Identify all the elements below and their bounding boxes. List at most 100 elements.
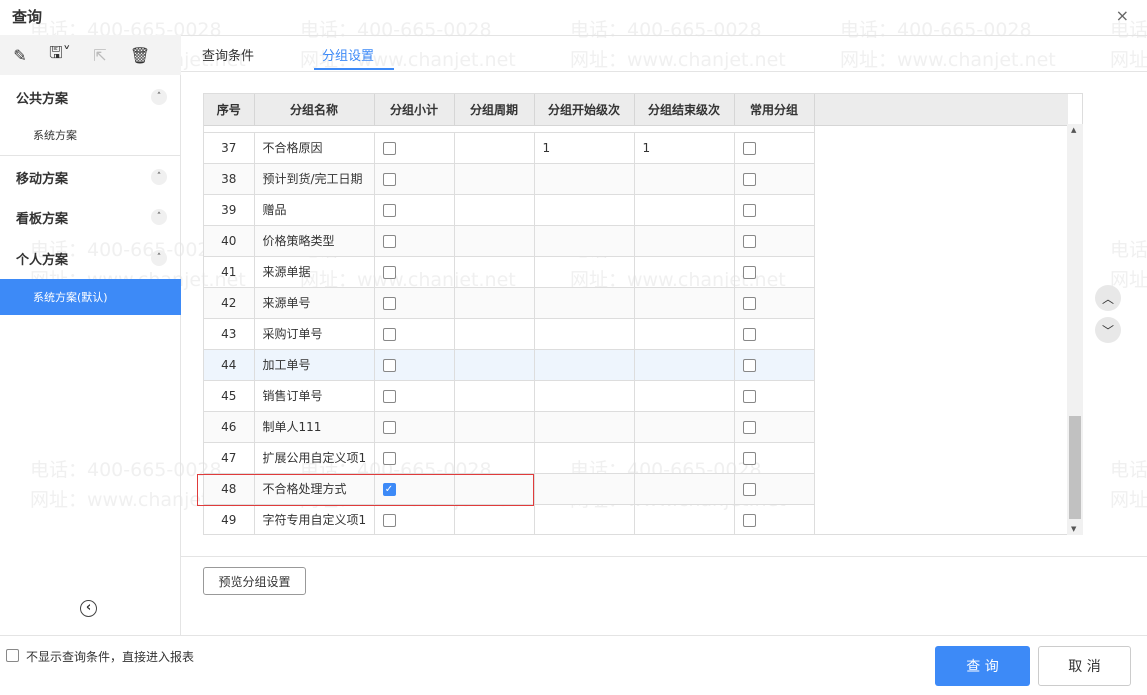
table-row[interactable]: 47 扩展公用自定义项1	[204, 442, 1068, 474]
scrollbar-thumb[interactable]	[1069, 416, 1081, 519]
subtotal-checkbox[interactable]	[382, 265, 396, 279]
subtotal-checkbox[interactable]	[382, 141, 396, 155]
group-period	[454, 504, 535, 534]
scheme-item-default[interactable]: 系统方案(默认)	[0, 279, 181, 315]
row-number: 46	[204, 411, 255, 443]
column-header[interactable]: 分组开始级次	[534, 94, 635, 126]
end-level	[634, 225, 735, 257]
subtotal-checkbox[interactable]	[382, 296, 396, 310]
column-header[interactable]: 分组名称	[254, 94, 375, 126]
subtotal-cell	[374, 380, 455, 412]
delete-icon[interactable]: 🗑	[120, 46, 160, 65]
subtotal-cell	[374, 163, 455, 195]
group-personal[interactable]: 个人方案 ˄	[0, 238, 181, 278]
common-group-checkbox[interactable]	[742, 327, 756, 341]
table-row[interactable]: 41 来源单据	[204, 256, 1068, 288]
collapse-sidebar-icon[interactable]: ‹	[80, 600, 97, 617]
common-cell	[734, 411, 815, 443]
start-level	[534, 256, 635, 288]
subtotal-checkbox[interactable]	[382, 234, 396, 248]
start-level	[534, 411, 635, 443]
common-cell	[734, 163, 815, 195]
group-period	[454, 380, 535, 412]
subtotal-checkbox[interactable]	[382, 389, 396, 403]
common-group-checkbox[interactable]	[742, 172, 756, 186]
scheme-item-system[interactable]: 系统方案	[0, 117, 181, 153]
subtotal-checkbox[interactable]	[382, 172, 396, 186]
watermark-phone: 电话：400-665-0028	[1110, 239, 1147, 261]
export-icon[interactable]: ⇱	[80, 46, 120, 65]
table-scrollbar[interactable]: ▲ ▼	[1067, 124, 1083, 535]
subtotal-checkbox[interactable]	[382, 203, 396, 217]
subtotal-checkbox[interactable]	[382, 420, 396, 434]
table-row[interactable]: 39 赠品	[204, 194, 1068, 226]
save-icon[interactable]: 🖫˅	[40, 42, 80, 69]
group-period	[454, 287, 535, 319]
subtotal-checkbox[interactable]	[382, 451, 396, 465]
tab-group-settings[interactable]: 分组设置	[313, 45, 395, 70]
row-number: 41	[204, 256, 255, 288]
table-row[interactable]: 49 字符专用自定义项1	[204, 504, 1068, 534]
group-period	[454, 256, 535, 288]
common-group-checkbox[interactable]	[742, 513, 756, 527]
table-row[interactable]: 37 不合格原因 1 1	[204, 132, 1068, 164]
group-name: 采购订单号	[254, 318, 375, 350]
common-group-checkbox[interactable]	[742, 296, 756, 310]
scheme-toolbar: ✎ 🖫˅ ⇱ 🗑	[0, 35, 181, 75]
group-board[interactable]: 看板方案 ˄	[0, 197, 181, 237]
start-level	[534, 504, 635, 534]
group-public[interactable]: 公共方案 ˄	[0, 77, 181, 117]
common-group-checkbox[interactable]	[742, 234, 756, 248]
edit-icon[interactable]: ✎	[0, 46, 40, 65]
skip-query-checkbox[interactable]	[6, 649, 19, 662]
common-group-checkbox[interactable]	[742, 482, 756, 496]
table-row[interactable]: 40 价格策略类型	[204, 225, 1068, 257]
move-up-button[interactable]: ︿	[1095, 285, 1121, 311]
common-group-checkbox[interactable]	[742, 358, 756, 372]
common-group-checkbox[interactable]	[742, 265, 756, 279]
subtotal-checkbox[interactable]	[382, 358, 396, 372]
table-row[interactable]: 44 加工单号	[204, 349, 1068, 381]
common-group-checkbox[interactable]	[742, 389, 756, 403]
common-group-checkbox[interactable]	[742, 203, 756, 217]
column-header[interactable]: 分组结束级次	[634, 94, 735, 126]
table-row[interactable]: 38 预计到货/完工日期	[204, 163, 1068, 195]
group-name: 来源单号	[254, 287, 375, 319]
subtotal-checkbox[interactable]	[382, 327, 396, 341]
common-group-checkbox[interactable]	[742, 451, 756, 465]
column-header[interactable]: 常用分组	[734, 94, 815, 126]
table-row[interactable]: 46 制单人111	[204, 411, 1068, 443]
column-header[interactable]: 分组周期	[454, 94, 535, 126]
start-level	[534, 225, 635, 257]
query-button[interactable]: 查 询	[935, 646, 1030, 686]
table-row[interactable]: 45 销售订单号	[204, 380, 1068, 412]
subtotal-cell	[374, 194, 455, 226]
subtotal-checkbox[interactable]	[382, 513, 396, 527]
chevron-up-icon[interactable]: ˄	[151, 250, 167, 266]
common-group-checkbox[interactable]	[742, 141, 756, 155]
common-group-checkbox[interactable]	[742, 420, 756, 434]
watermark-phone: 电话：400-665-0028	[1110, 459, 1147, 481]
table-row[interactable]: 43 采购订单号	[204, 318, 1068, 350]
row-number: 45	[204, 380, 255, 412]
window-title: 查询	[12, 8, 43, 26]
column-header[interactable]: 分组小计	[374, 94, 455, 126]
row-number: 47	[204, 442, 255, 474]
table-row[interactable]: 42 来源单号	[204, 287, 1068, 319]
group-period	[454, 163, 535, 195]
preview-group-settings-button[interactable]: 预览分组设置	[203, 567, 306, 595]
chevron-up-icon[interactable]: ˄	[151, 209, 167, 225]
chevron-up-icon[interactable]: ˄	[151, 89, 167, 105]
cancel-button[interactable]: 取 消	[1038, 646, 1131, 686]
column-header[interactable]: 序号	[204, 94, 255, 126]
tab-query-conditions[interactable]: 查询条件	[202, 45, 254, 64]
close-icon[interactable]: ×	[1116, 6, 1129, 25]
group-name: 销售订单号	[254, 380, 375, 412]
move-down-button[interactable]: ﹀	[1095, 317, 1121, 343]
subtotal-cell	[374, 225, 455, 257]
end-level	[634, 504, 735, 534]
group-mobile[interactable]: 移动方案 ˄	[0, 157, 181, 197]
chevron-up-icon[interactable]: ˄	[151, 169, 167, 185]
group-name: 制单人111	[254, 411, 375, 443]
subtotal-cell	[374, 442, 455, 474]
